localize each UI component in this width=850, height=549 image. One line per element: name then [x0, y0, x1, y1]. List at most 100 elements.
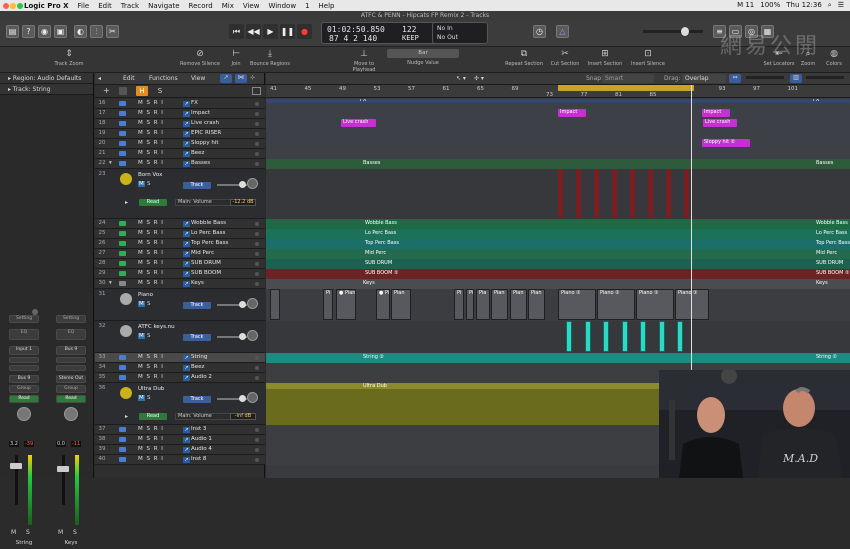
piano-region[interactable]: Pian: [491, 289, 508, 320]
fx-folder-region[interactable]: FX FX: [266, 99, 850, 103]
track-name[interactable]: Sloppy hit: [191, 140, 219, 146]
track-solo-button[interactable]: S: [147, 301, 151, 307]
track-mute-button[interactable]: M: [138, 395, 145, 401]
live-crash-region[interactable]: Live crash: [703, 119, 737, 127]
menu-edit[interactable]: Edit: [98, 2, 112, 10]
track-volume-knob[interactable]: [239, 301, 246, 308]
ultra-dub-label[interactable]: Ultra Dub: [361, 383, 411, 389]
track-name[interactable]: Basses: [191, 160, 210, 166]
impact-region[interactable]: Impact: [702, 109, 730, 117]
track-msri-buttons[interactable]: M S R I: [138, 456, 164, 462]
keys-midi-region[interactable]: [584, 321, 591, 352]
track-lane[interactable]: FX FX Impact Impact Live crash Live crash Slop…: [266, 99, 850, 159]
library-icon[interactable]: ▤: [6, 25, 19, 38]
strip-group[interactable]: Group: [56, 385, 86, 393]
keys-midi-region[interactable]: [566, 321, 572, 352]
born-vox-region[interactable]: [630, 169, 635, 218]
track-name[interactable]: Inst 8: [191, 456, 206, 462]
region-label[interactable]: Top Perc Bass: [814, 240, 850, 248]
track-name[interactable]: Wobble Bass: [191, 220, 226, 226]
track-lane[interactable]: Top Perc Bass Top Perc Bass: [266, 239, 850, 249]
strip-setting[interactable]: Setting: [56, 315, 86, 323]
track-msri-buttons[interactable]: M S R I: [138, 100, 164, 106]
piano-region[interactable]: Pia: [476, 289, 490, 320]
menu-navigate[interactable]: Navigate: [148, 2, 179, 10]
minimize-window-button[interactable]: [10, 3, 16, 9]
track-mute-button[interactable]: M: [138, 301, 145, 307]
track-msri-buttons[interactable]: M S R I: [138, 160, 164, 166]
strip-pan-knob[interactable]: [17, 407, 31, 421]
track-header[interactable]: 37 M S R I ↗ Inst 3: [95, 425, 265, 435]
piano-region[interactable]: ● Piano: [336, 289, 356, 320]
move-to-playhead-tool[interactable]: ⊥ Move to Playhead: [342, 49, 386, 73]
vertical-zoom-icon[interactable]: ⇔: [729, 74, 741, 83]
piano-region[interactable]: Piano ②: [675, 289, 709, 320]
track-header[interactable]: 29 M S R I ↗ SUB BOOM: [95, 269, 265, 279]
track-solo-button[interactable]: S: [147, 333, 151, 339]
rewind-button[interactable]: ⏮: [229, 24, 244, 39]
born-vox-region[interactable]: [576, 169, 581, 218]
track-header[interactable]: 20 M S R I ↗ Sloppy hit: [95, 139, 265, 149]
track-volume-knob[interactable]: [239, 395, 246, 402]
menu-file[interactable]: File: [78, 2, 90, 10]
menu-list-icon[interactable]: ☰: [838, 1, 844, 10]
track-mute-button[interactable]: M: [138, 181, 145, 187]
track-header[interactable]: 24 M S R I ↗ Wobble Bass: [95, 219, 265, 229]
lcd-signature[interactable]: No In No Out: [432, 22, 488, 44]
piano-region[interactable]: Pian: [510, 289, 527, 320]
track-header[interactable]: 39 M S R I ↗ Audio 4: [95, 445, 265, 455]
track-button[interactable]: Track: [183, 334, 211, 341]
track-name[interactable]: Top Perc Bass: [191, 240, 228, 246]
menu-window[interactable]: Window: [268, 2, 296, 10]
born-vox-region[interactable]: [558, 169, 563, 218]
keys-label[interactable]: Keys: [814, 280, 850, 287]
track-pan-knob[interactable]: [247, 330, 258, 341]
track-pan-knob[interactable]: [247, 298, 258, 309]
track-volume-slider[interactable]: [217, 181, 247, 188]
track-button[interactable]: Track: [183, 396, 211, 403]
track-msri-buttons[interactable]: M S R I: [138, 220, 164, 226]
live-crash-region[interactable]: Live crash: [341, 119, 376, 127]
menu-track[interactable]: Track: [121, 2, 139, 10]
region-label[interactable]: Wobble Bass: [363, 220, 443, 228]
region-label[interactable]: Mid Perc: [363, 250, 443, 258]
track-button[interactable]: Track: [183, 182, 211, 189]
pencil-tool-icon[interactable]: ✢ ▾: [474, 75, 484, 82]
track-lane[interactable]: String ② String ②: [266, 353, 850, 363]
mixer-icon[interactable]: ⫶: [90, 25, 103, 38]
track-msri-buttons[interactable]: M S R I: [138, 374, 164, 380]
impact-region[interactable]: Impact: [558, 109, 586, 117]
strip-mute-button[interactable]: M: [58, 529, 63, 536]
strip-solo-button[interactable]: S: [73, 529, 77, 536]
track-button[interactable]: Track: [183, 302, 211, 309]
track-mute-button[interactable]: M: [138, 333, 145, 339]
sloppy-hit-region[interactable]: Sloppy hit ②: [702, 139, 750, 147]
basses-label[interactable]: Basses: [814, 160, 850, 167]
strip-sends[interactable]: [56, 365, 86, 371]
keys-midi-region[interactable]: [640, 321, 646, 352]
flex-icon[interactable]: ⋈: [235, 74, 247, 83]
edit-menu[interactable]: Edit: [123, 75, 135, 82]
track-msri-buttons[interactable]: M S R I: [138, 436, 164, 442]
track-name[interactable]: Impact: [191, 110, 210, 116]
track-name[interactable]: EPIC RISER: [191, 130, 221, 136]
piano-region[interactable]: Pi: [454, 289, 464, 320]
track-pan-knob[interactable]: [247, 178, 258, 189]
track-header[interactable]: 32 ATFC keys.nu M S Track: [95, 321, 265, 353]
automation-value[interactable]: -inf dB: [230, 413, 256, 420]
track-volume-slider[interactable]: [217, 301, 247, 308]
automation-read-button[interactable]: Read: [139, 413, 167, 420]
app-menu[interactable]: Logic Pro X: [24, 2, 69, 10]
track-lane[interactable]: Wobble Bass Wobble Bass: [266, 219, 850, 229]
track-header[interactable]: 22 M S R I ↗ Basses ▾: [95, 159, 265, 169]
track-msri-buttons[interactable]: M S R I: [138, 140, 164, 146]
born-vox-region[interactable]: [648, 169, 653, 218]
piano-region[interactable]: Pian: [528, 289, 545, 320]
cycle-region[interactable]: [558, 85, 694, 91]
track-header[interactable]: 27 M S R I ↗ Mid Perc: [95, 249, 265, 259]
track-msri-buttons[interactable]: M S R I: [138, 250, 164, 256]
strip-automation-read[interactable]: Read: [56, 395, 86, 403]
string-label[interactable]: String ②: [361, 354, 401, 362]
insert-section-tool[interactable]: ⊞ Insert Section: [586, 49, 624, 67]
strip-audio-fx[interactable]: [9, 357, 39, 363]
